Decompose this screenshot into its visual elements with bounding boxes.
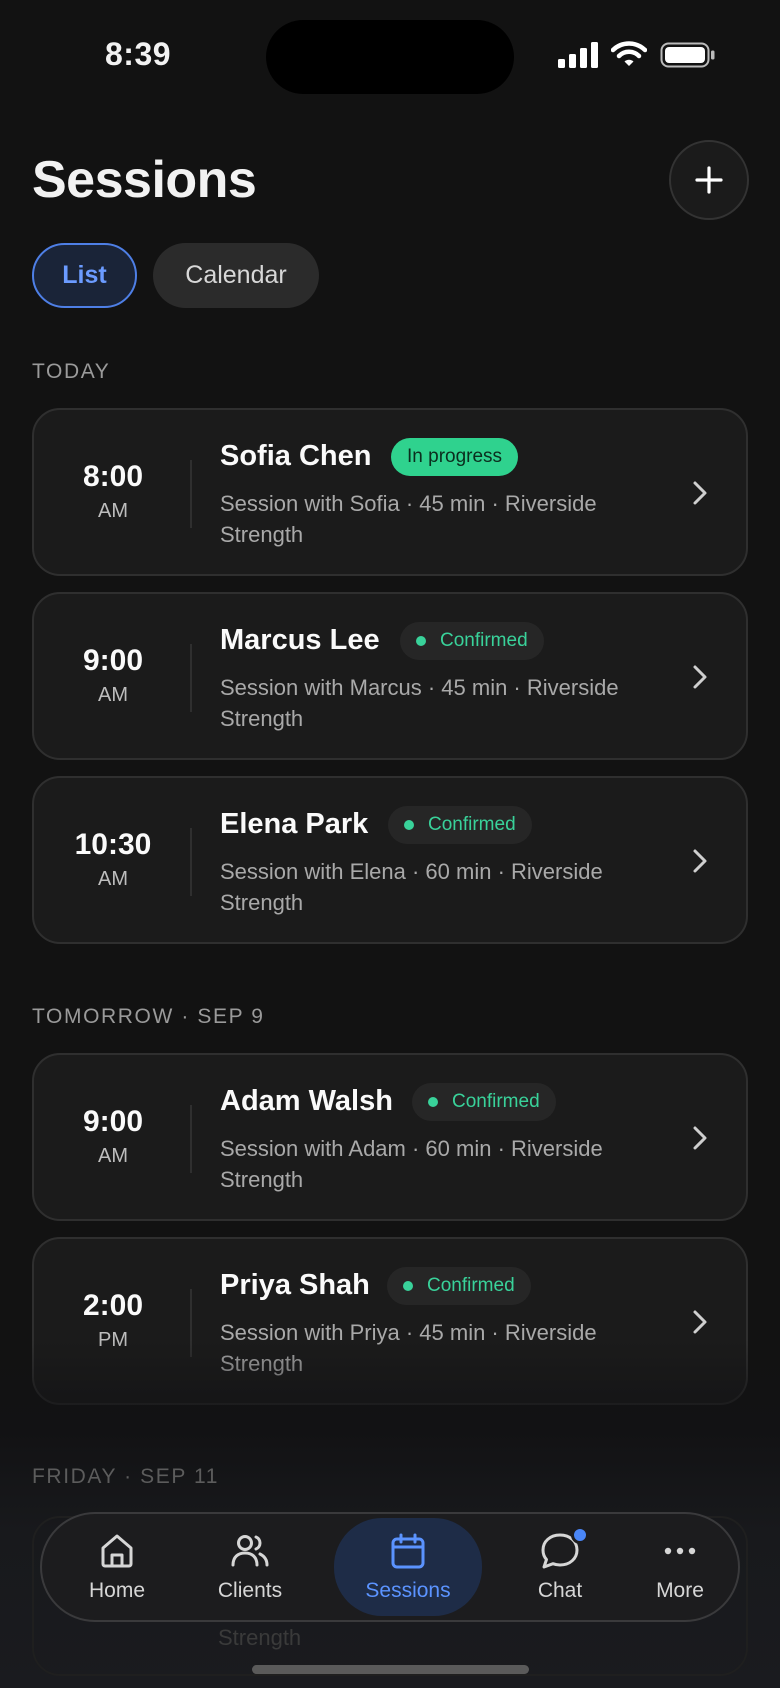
status-badge: Confirmed xyxy=(412,1083,556,1121)
client-name: Marcus Lee xyxy=(220,624,380,656)
nav-item-more[interactable]: More xyxy=(630,1514,730,1620)
tab-list[interactable]: List xyxy=(32,243,137,308)
home-indicator xyxy=(252,1665,529,1674)
status-dot-icon xyxy=(416,636,426,646)
session-card[interactable]: 9:00 AM Marcus Lee Confirmed Session wit… xyxy=(32,592,748,760)
wifi-icon xyxy=(611,41,647,66)
status-badge: In progress xyxy=(391,438,519,476)
session-card[interactable]: 10:30 AM Elena Park Confirmed Session wi… xyxy=(32,776,748,944)
chevron-right-icon xyxy=(693,481,707,505)
session-time: 9:00 AM xyxy=(82,644,144,706)
tab-calendar[interactable]: Calendar xyxy=(153,243,319,308)
home-icon xyxy=(101,1534,133,1568)
session-time: 8:00 AM xyxy=(82,460,144,522)
chevron-right-icon xyxy=(693,1310,707,1334)
status-dot-icon xyxy=(428,1097,438,1107)
status-badge: Confirmed xyxy=(387,1267,531,1305)
status-bar: 8:39 xyxy=(0,0,780,110)
unread-indicator xyxy=(571,1526,589,1544)
status-dot-icon xyxy=(404,820,414,830)
session-time: 10:30 AM xyxy=(74,828,152,890)
clients-icon xyxy=(231,1535,269,1567)
nav-item-chat[interactable]: Chat xyxy=(505,1514,615,1620)
chevron-right-icon xyxy=(693,665,707,689)
status-time: 8:39 xyxy=(105,36,172,72)
session-card[interactable]: 8:00 AM Sofia Chen In progress Session w… xyxy=(32,408,748,576)
bottom-navigation: Home Clients Sessions Chat More xyxy=(40,1512,740,1622)
divider xyxy=(190,1105,192,1173)
calendar-icon xyxy=(391,1533,425,1569)
nav-item-clients[interactable]: Clients xyxy=(190,1514,310,1620)
session-description: Session with Adam · 60 min · Riverside S… xyxy=(220,1136,603,1192)
dynamic-island xyxy=(266,20,514,94)
client-name: Priya Shah xyxy=(220,1269,370,1301)
client-name: Elena Park xyxy=(220,808,369,840)
session-card[interactable]: 9:00 AM Adam Walsh Confirmed Session wit… xyxy=(32,1053,748,1221)
chevron-right-icon xyxy=(693,849,707,873)
divider xyxy=(190,828,192,896)
client-name: Adam Walsh xyxy=(220,1085,393,1117)
section-label-tomorrow: TOMORROW · SEP 9 xyxy=(32,1005,265,1028)
session-time: 9:00 AM xyxy=(82,1105,144,1167)
status-badge: Confirmed xyxy=(400,622,544,660)
add-session-button[interactable] xyxy=(669,140,749,220)
nav-item-sessions[interactable]: Sessions xyxy=(334,1518,482,1616)
divider xyxy=(190,644,192,712)
chevron-right-icon xyxy=(693,1126,707,1150)
nav-item-home[interactable]: Home xyxy=(62,1514,172,1620)
client-name: Sofia Chen xyxy=(220,440,372,472)
session-description: Session with Elena · 60 min · Riverside … xyxy=(220,859,603,915)
plus-icon xyxy=(695,166,723,194)
session-description: Session with Marcus · 45 min · Riverside… xyxy=(220,675,619,731)
session-description-partial: Strength xyxy=(218,1625,302,1650)
session-description: Session with Sofia · 45 min · Riverside … xyxy=(220,491,597,547)
page-title: Sessions xyxy=(32,151,257,209)
section-label-friday: FRIDAY · SEP 11 xyxy=(32,1465,220,1488)
battery-icon xyxy=(660,42,715,68)
status-badge: Confirmed xyxy=(388,806,532,844)
more-icon xyxy=(664,1547,696,1555)
section-label-today: TODAY xyxy=(32,360,111,383)
divider xyxy=(190,460,192,528)
status-dot-icon xyxy=(403,1281,413,1291)
cellular-signal-icon xyxy=(558,42,598,68)
